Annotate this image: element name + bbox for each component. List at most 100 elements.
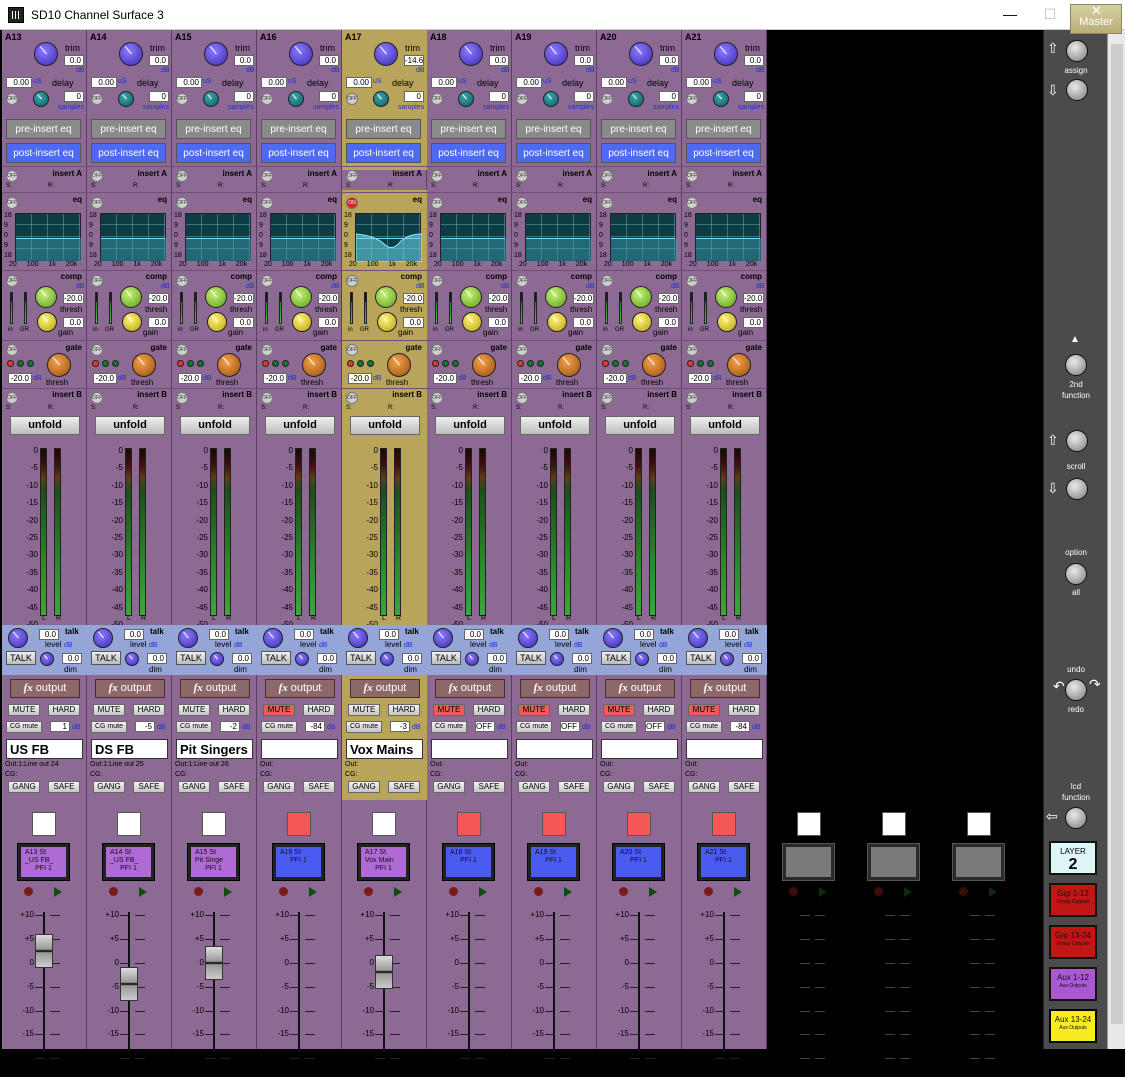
- trim-knob[interactable]: [204, 42, 228, 66]
- trim-value[interactable]: 0.0: [149, 55, 169, 66]
- gate-thresh-knob[interactable]: [642, 353, 666, 377]
- comp-gain-knob[interactable]: [37, 312, 57, 332]
- fx-output-button[interactable]: fx output: [10, 679, 80, 698]
- pre-insert-eq-button[interactable]: pre-insert eq: [261, 119, 336, 139]
- assign-up-arrow[interactable]: ⇧: [1047, 40, 1059, 57]
- play-icon[interactable]: [394, 887, 402, 897]
- gate-thresh-value[interactable]: -20.0: [263, 373, 287, 384]
- talk-level-value[interactable]: 0.0: [464, 629, 484, 640]
- channel-name-field[interactable]: US FB: [6, 739, 83, 759]
- scrollbar-thumb[interactable]: [1111, 44, 1123, 1024]
- comp-off-button[interactable]: OFF: [431, 275, 443, 287]
- gate-thresh-knob[interactable]: [217, 353, 241, 377]
- fader-cap[interactable]: [375, 954, 393, 989]
- gate-off-button[interactable]: OFF: [346, 344, 358, 356]
- channel-name-field[interactable]: [686, 739, 763, 759]
- trim-value[interactable]: 0.0: [744, 55, 764, 66]
- pre-insert-eq-button[interactable]: pre-insert eq: [176, 119, 251, 139]
- delay-off-button[interactable]: OFF: [431, 93, 443, 105]
- insert-b-off-button[interactable]: OFF: [346, 392, 358, 404]
- insert-b-off-button[interactable]: OFF: [516, 392, 528, 404]
- delay-us-value[interactable]: 0.00: [261, 77, 287, 88]
- fx-output-button[interactable]: fx output: [605, 679, 675, 698]
- unfold-button[interactable]: unfold: [690, 416, 760, 435]
- undo-redo-knob[interactable]: [1065, 679, 1087, 701]
- eq-toggle-button[interactable]: ON: [346, 197, 358, 209]
- cg-mute-button[interactable]: CG mute: [176, 721, 212, 733]
- fx-output-button[interactable]: fx output: [435, 679, 505, 698]
- play-icon[interactable]: [224, 887, 232, 897]
- talk-level-knob[interactable]: [433, 628, 453, 648]
- dim-value[interactable]: 0.0: [402, 653, 422, 664]
- gate-thresh-value[interactable]: -20.0: [93, 373, 117, 384]
- select-button[interactable]: [457, 812, 481, 836]
- pre-insert-eq-button[interactable]: pre-insert eq: [431, 119, 506, 139]
- gate-thresh-value[interactable]: -20.0: [178, 373, 202, 384]
- delay-knob[interactable]: [203, 91, 219, 107]
- trim-knob[interactable]: [289, 42, 313, 66]
- comp-gain-knob[interactable]: [292, 312, 312, 332]
- delay-samples-value[interactable]: 0: [659, 91, 679, 102]
- comp-thresh-value[interactable]: -20.0: [658, 293, 679, 304]
- comp-gain-value[interactable]: 0.0: [318, 317, 339, 328]
- talk-level-knob[interactable]: [688, 628, 708, 648]
- comp-thresh-value[interactable]: -20.0: [148, 293, 169, 304]
- play-icon[interactable]: [139, 887, 147, 897]
- pre-insert-eq-button[interactable]: pre-insert eq: [686, 119, 761, 139]
- layer-button-1[interactable]: LAYER 2: [1049, 841, 1097, 875]
- safe-button[interactable]: SAFE: [48, 781, 80, 793]
- cg-value[interactable]: -5: [135, 721, 155, 732]
- comp-off-button[interactable]: OFF: [6, 275, 18, 287]
- mute-button[interactable]: MUTE: [518, 704, 550, 716]
- eq-curve-display[interactable]: [695, 213, 762, 262]
- talk-level-knob[interactable]: [263, 628, 283, 648]
- trim-knob[interactable]: [544, 42, 568, 66]
- hard-button[interactable]: HARD: [48, 704, 80, 716]
- delay-us-value[interactable]: 0.00: [686, 77, 712, 88]
- comp-gain-value[interactable]: 0.0: [233, 317, 254, 328]
- delay-us-value[interactable]: 0.00: [91, 77, 117, 88]
- insert-a-off-button[interactable]: OFF: [686, 170, 698, 182]
- cg-value[interactable]: OFF: [560, 721, 580, 732]
- delay-us-value[interactable]: 0.00: [601, 77, 627, 88]
- lcd-function-knob[interactable]: [1065, 807, 1087, 829]
- talk-level-value[interactable]: 0.0: [719, 629, 739, 640]
- gate-thresh-value[interactable]: -20.0: [433, 373, 457, 384]
- delay-off-button[interactable]: OFF: [176, 93, 188, 105]
- select-button[interactable]: [797, 812, 821, 836]
- assign-knob-2[interactable]: [1066, 79, 1088, 101]
- safe-button[interactable]: SAFE: [133, 781, 165, 793]
- cg-mute-button[interactable]: CG mute: [516, 721, 552, 733]
- insert-a-off-button[interactable]: OFF: [6, 170, 18, 182]
- pre-insert-eq-button[interactable]: pre-insert eq: [346, 119, 421, 139]
- select-button[interactable]: [882, 812, 906, 836]
- talk-button[interactable]: TALK: [176, 651, 206, 665]
- select-button[interactable]: [712, 812, 736, 836]
- safe-button[interactable]: SAFE: [303, 781, 335, 793]
- comp-thresh-knob[interactable]: [120, 286, 142, 308]
- safe-button[interactable]: SAFE: [728, 781, 760, 793]
- comp-off-button[interactable]: OFF: [346, 275, 358, 287]
- select-button[interactable]: [967, 812, 991, 836]
- lcd-display[interactable]: A16 St PFI 1: [272, 843, 325, 881]
- gang-button[interactable]: GANG: [688, 781, 720, 793]
- dim-knob[interactable]: [550, 652, 564, 666]
- record-icon[interactable]: [279, 887, 288, 896]
- lcd-display[interactable]: A20 St PFI 1: [612, 843, 665, 881]
- comp-gain-value[interactable]: 0.0: [658, 317, 679, 328]
- vertical-scrollbar[interactable]: [1107, 30, 1125, 1049]
- dim-value[interactable]: 0.0: [232, 653, 252, 664]
- cg-mute-button[interactable]: CG mute: [686, 721, 722, 733]
- gate-thresh-knob[interactable]: [472, 353, 496, 377]
- delay-samples-value[interactable]: 0: [744, 91, 764, 102]
- insert-a-off-button[interactable]: OFF: [346, 170, 358, 182]
- delay-knob[interactable]: [628, 91, 644, 107]
- gate-off-button[interactable]: OFF: [431, 344, 443, 356]
- assign-down-arrow[interactable]: ⇩: [1047, 82, 1059, 99]
- cg-value[interactable]: -3: [390, 721, 410, 732]
- comp-off-button[interactable]: OFF: [176, 275, 188, 287]
- gate-thresh-value[interactable]: -20.0: [348, 373, 372, 384]
- eq-toggle-button[interactable]: OFF: [6, 197, 18, 209]
- dim-value[interactable]: 0.0: [487, 653, 507, 664]
- eq-curve-display[interactable]: [525, 213, 592, 262]
